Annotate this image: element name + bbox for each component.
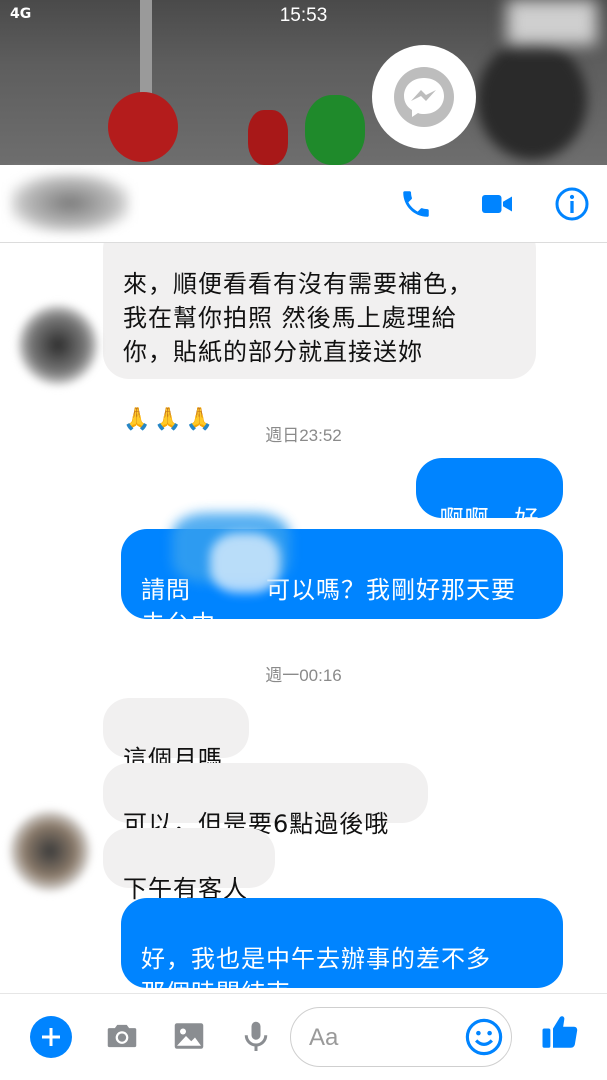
status-bar: 4G 15:53: [0, 0, 607, 34]
sender-avatar[interactable]: [18, 305, 98, 385]
message-composer: [0, 993, 607, 1080]
message-text: 請問 可以嗎？我剛好那天要 去台中: [141, 576, 516, 638]
call-button[interactable]: [396, 184, 436, 224]
contact-avatar[interactable]: [10, 173, 130, 233]
message-bubble-incoming[interactable]: 可以，但是要6點過後哦: [103, 763, 428, 838]
phone-icon: [403, 191, 429, 217]
message-input-container[interactable]: [290, 1007, 512, 1067]
camera-icon: [107, 1024, 137, 1048]
video-camera-icon: [482, 195, 512, 213]
message-bubble-incoming[interactable]: 這個月嗎: [103, 698, 249, 773]
emoji-icon: [465, 1018, 503, 1056]
message-bubble-incoming[interactable]: 下午有客人: [103, 828, 275, 903]
message-list[interactable]: 來，順便看看有沒有需要補色， 我在幫你拍照 然後馬上處理給 你，貼紙的部分就直接…: [0, 243, 607, 993]
plus-icon: [42, 1028, 60, 1046]
like-button[interactable]: [538, 1010, 582, 1054]
more-actions-button[interactable]: [30, 1016, 72, 1058]
gallery-button[interactable]: [167, 1014, 211, 1058]
message-bubble-incoming[interactable]: 來，順便看看有沒有需要補色， 我在幫你拍照 然後馬上處理給 你，貼紙的部分就直接…: [103, 243, 536, 432]
microphone-icon: [244, 1021, 268, 1051]
timestamp: 週一00:16: [265, 666, 342, 685]
redaction-scribble: [210, 533, 280, 593]
emoji-button[interactable]: [463, 1016, 505, 1058]
conversation-header: [0, 165, 607, 243]
info-button[interactable]: [552, 184, 592, 224]
sender-avatar[interactable]: [10, 811, 90, 891]
info-icon: [555, 187, 589, 221]
video-call-button[interactable]: [477, 184, 517, 224]
message-input[interactable]: [309, 1018, 459, 1058]
timestamp: 週日23:52: [265, 426, 342, 445]
camera-button[interactable]: [100, 1014, 144, 1058]
thumbs-up-icon: [542, 1016, 578, 1048]
voice-button[interactable]: [234, 1014, 278, 1058]
status-time: 15:53: [279, 5, 328, 26]
image-icon: [174, 1023, 204, 1049]
message-text: 來，順便看看有沒有需要補色， 我在幫你拍照 然後馬上處理給 你，貼紙的部分就直接…: [123, 270, 473, 366]
message-bubble-outgoing[interactable]: 好，我也是中午去辦事的差不多 那個時間結束: [121, 898, 563, 993]
messenger-logo: [372, 45, 476, 149]
message-text: 好，我也是中午去辦事的差不多 那個時間結束: [141, 945, 491, 993]
message-bubble-outgoing[interactable]: 啊啊，好: [416, 458, 563, 533]
